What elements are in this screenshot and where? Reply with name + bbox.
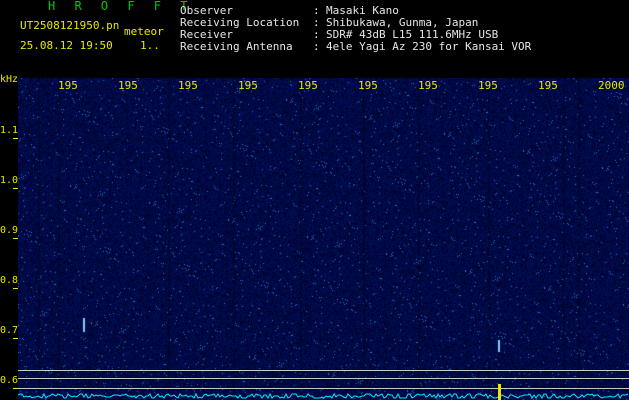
signal-trace: [18, 384, 629, 400]
x-tick-label: 195: [58, 79, 78, 92]
y-tick: [13, 338, 18, 339]
y-tick-label: 0.9: [0, 225, 19, 236]
detection-tag: meteor: [124, 25, 164, 38]
x-tick-label: 195: [178, 79, 198, 92]
frame-index: 1..: [140, 39, 160, 52]
y-tick-label: 0.7: [0, 325, 19, 336]
y-axis-unit: kHz: [0, 74, 19, 85]
x-tick-label: 195: [298, 79, 318, 92]
y-tick: [13, 238, 18, 239]
datetime: 25.08.12 19:50: [20, 39, 113, 52]
x-tick-label: 195: [478, 79, 498, 92]
y-tick: [13, 138, 18, 139]
meta-antenna-label: Receiving Antenna: [180, 40, 293, 53]
x-tick-label: 2000: [598, 79, 625, 92]
x-tick-label: 195: [238, 79, 258, 92]
y-tick-label: 1.0: [0, 175, 19, 186]
y-axis: kHz 1.1 1.0 0.9 0.8 0.7 0.6: [0, 72, 18, 400]
y-tick-label: 1.1: [0, 125, 19, 136]
meta-separator: :: [313, 40, 320, 53]
reference-line: [18, 370, 629, 371]
spectrogram-noise: [18, 78, 629, 400]
y-tick: [13, 188, 18, 189]
y-tick-label: 0.8: [0, 275, 19, 286]
filename: UT2508121950.pn: [20, 19, 120, 32]
x-tick-label: 195: [358, 79, 378, 92]
x-tick-label: 195: [538, 79, 558, 92]
y-tick-label: 0.6: [0, 375, 19, 386]
x-tick-label: 195: [118, 79, 138, 92]
spectrogram-area: [18, 78, 629, 400]
meteor-spike: [498, 384, 501, 400]
x-tick-label: 195: [418, 79, 438, 92]
brand-title: H R O F F T: [48, 0, 194, 13]
y-tick: [13, 288, 18, 289]
header-panel: H R O F F T UT2508121950.pn meteor 25.08…: [0, 0, 629, 72]
meta-antenna-value: 4ele Yagi Az 230 for Kansai VOR: [326, 40, 532, 53]
reference-line: [18, 378, 629, 379]
